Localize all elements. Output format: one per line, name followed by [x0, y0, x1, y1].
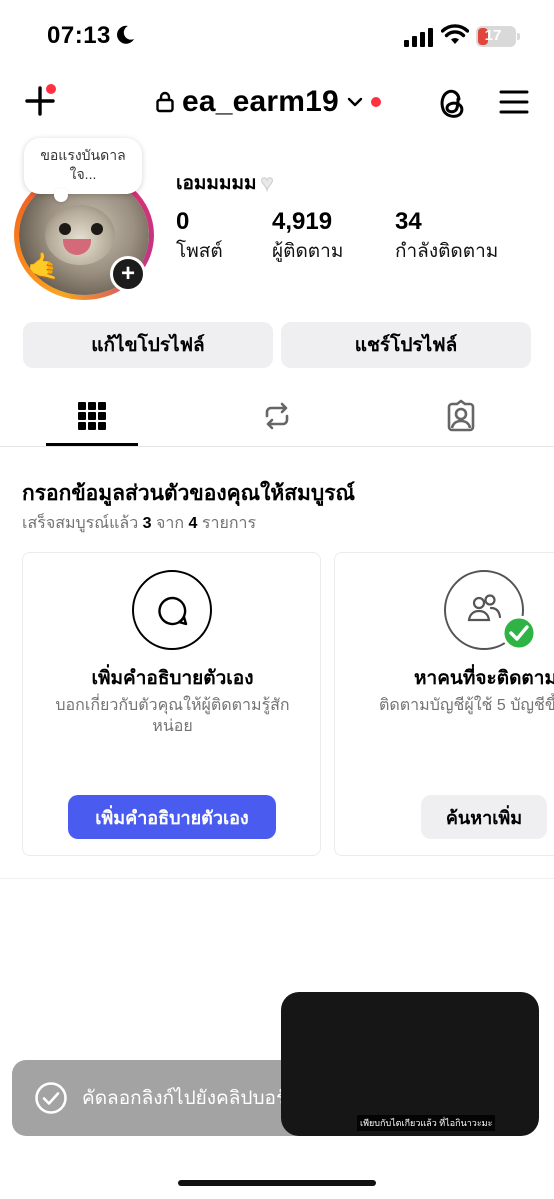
- people-icon: [467, 594, 502, 622]
- check-circle-icon: [35, 1082, 67, 1114]
- create-plus-icon[interactable]: [24, 84, 58, 118]
- content-divider: [0, 878, 554, 879]
- white-heart-icon: ♥: [260, 170, 274, 196]
- edit-profile-button[interactable]: แก้ไขโปรไฟล์: [23, 322, 273, 368]
- wifi-icon: [441, 24, 469, 44]
- find-people-card: หาคนที่จะติดตาม ติดตามบัญชีผู้ใช้ 5 บัญช…: [334, 552, 554, 856]
- battery-level: 17: [484, 27, 502, 44]
- home-indicator[interactable]: [178, 1180, 376, 1186]
- cellular-signal-icon: [404, 28, 433, 47]
- hand-emoji-icon: 🤙: [27, 251, 60, 281]
- tagged-person-icon[interactable]: [444, 399, 478, 433]
- chevron-down-icon: [347, 97, 363, 107]
- add-bio-card: เพิ่มคำอธิบายตัวเอง บอกเกี่ยวกับตัวคุณให…: [22, 552, 321, 856]
- display-name: เอมมมมม ♥: [176, 168, 274, 198]
- followers-label[interactable]: ผู้ติดตาม: [272, 236, 343, 266]
- moon-icon: [117, 25, 134, 44]
- followers-count[interactable]: 4,919: [272, 208, 332, 236]
- check-badge-icon: [501, 615, 537, 651]
- note-bubble[interactable]: ขอแรงบันดาลใจ...: [24, 138, 142, 202]
- posts-count: 0: [176, 208, 190, 235]
- complete-profile-progress: เสร็จสมบูรณ์แล้ว 3 จาก 4 รายการ: [22, 515, 257, 532]
- picture-in-picture-video[interactable]: เพียบกับไตเกียวแล้ว ที่ไอกินาวะมะ: [281, 992, 539, 1136]
- grid-icon[interactable]: [75, 399, 109, 433]
- video-caption: เพียบกับไตเกียวแล้ว ที่ไอกินาวะมะ: [357, 1115, 496, 1131]
- display-name-text: เอมมมมม: [176, 173, 257, 194]
- find-more-button[interactable]: ค้นหาเพิ่ม: [421, 795, 547, 839]
- following-count[interactable]: 34: [395, 208, 422, 236]
- card-description: บอกเกี่ยวกับตัวคุณให้ผู้ติดตามรู้สักหน่อ…: [55, 697, 290, 735]
- share-profile-button[interactable]: แชร์โปรไฟล์: [281, 322, 531, 368]
- card-title: หาคนที่จะติดตาม: [414, 668, 554, 689]
- card-title: เพิ่มคำอธิบายตัวเอง: [91, 668, 254, 689]
- following-label[interactable]: กำลังติดตาม: [395, 236, 498, 266]
- lock-icon: [156, 91, 174, 113]
- hamburger-menu-icon[interactable]: [498, 88, 530, 116]
- add-bio-button[interactable]: เพิ่มคำอธิบายตัวเอง: [68, 795, 276, 839]
- add-story-button[interactable]: +: [110, 256, 146, 292]
- notification-dot: [370, 97, 381, 107]
- username: ea_earm19: [182, 85, 339, 118]
- account-switcher[interactable]: ea_earm19: [156, 84, 381, 120]
- complete-profile-title: กรอกข้อมูลส่วนตัวของคุณให้สมบูรณ์: [22, 482, 355, 505]
- posts-label: โพสต์: [176, 241, 223, 262]
- card-description: ติดตามบัญชีผู้ใช้ 5 บัญชีขึ้น: [379, 697, 554, 714]
- repost-icon[interactable]: [260, 399, 294, 433]
- speech-bubble-icon: [158, 596, 188, 626]
- tabs-divider: [0, 446, 554, 447]
- status-time: 07:13: [47, 22, 111, 49]
- battery-indicator: 17: [476, 26, 520, 47]
- threads-icon[interactable]: [434, 85, 470, 121]
